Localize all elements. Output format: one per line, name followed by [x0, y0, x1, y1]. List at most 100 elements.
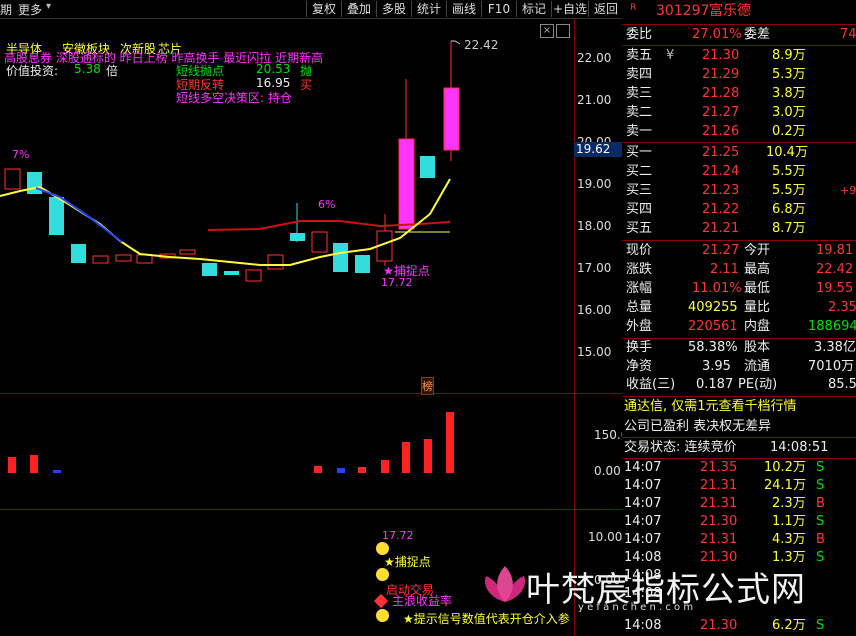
- stock-name: 富乐德: [709, 3, 751, 19]
- candle: [245, 269, 262, 282]
- more-menu[interactable]: 更多: [18, 1, 42, 18]
- ask-row[interactable]: 卖四 21.29 5.3万: [622, 66, 856, 84]
- multi-stock-button[interactable]: 多股: [376, 1, 411, 17]
- trend-blue-line: [35, 187, 123, 243]
- candle: [4, 168, 21, 190]
- period-label[interactable]: 期: [0, 1, 12, 18]
- price-tick: 18.00: [577, 219, 612, 233]
- add-favorite-button[interactable]: +自选: [551, 1, 588, 17]
- volume-bar: [8, 457, 16, 473]
- candle: [49, 197, 64, 235]
- candles: [4, 41, 460, 282]
- price-tick: 19.00: [577, 177, 612, 191]
- tick-row: 14:07 21.31 24.1万 S: [624, 478, 825, 493]
- stat-row: 涨跌 2.11 最高 22.42: [626, 262, 854, 277]
- site-watermark: 叶梵宸指标公式网 y e f a n c h e n . c o m: [480, 558, 856, 636]
- candle: [179, 249, 196, 255]
- f10-button[interactable]: F10: [481, 1, 516, 17]
- quote-panel: R 301297 富乐德 委比 27.01% 委差 74 卖五 ¥21.30 8.9…: [622, 0, 856, 636]
- bid-row[interactable]: 买一 21.25 10.4万: [622, 144, 856, 162]
- smile-face-icon: [376, 568, 389, 581]
- overlay-button[interactable]: 叠加: [341, 1, 376, 17]
- main-wave-label: 主浪收益率: [392, 594, 453, 608]
- bang-badge[interactable]: 榜: [421, 377, 434, 395]
- volume-bar: [337, 468, 345, 473]
- ask-row[interactable]: 卖三 21.28 3.8万: [622, 85, 856, 103]
- capture-price-label: 17.72: [381, 276, 413, 289]
- bid-row[interactable]: 买二 21.24 5.5万: [622, 163, 856, 181]
- volume-bars: [8, 412, 454, 473]
- stat-row: 总量 409255 量比 2.35: [626, 300, 856, 315]
- volume-bar: [358, 467, 366, 473]
- price-tick: 22.00: [577, 51, 612, 65]
- candle: [27, 172, 42, 194]
- candle: [333, 243, 348, 272]
- tick-row: 14:07 21.31 2.3万 B: [624, 496, 825, 511]
- candle: [115, 254, 132, 262]
- stock-code: 301297: [656, 3, 710, 19]
- fund-row: 换手 58.38% 股本 3.38亿: [626, 340, 856, 355]
- volume-bar: [424, 439, 432, 473]
- kline-svg: [0, 40, 461, 473]
- price-axis-line: [574, 19, 575, 636]
- volume-bar: [314, 466, 322, 473]
- lower-price-label: 17.72: [382, 529, 414, 542]
- tick-row: 14:07 21.31 4.3万 B: [624, 532, 825, 547]
- candle: [71, 244, 86, 263]
- candle: [290, 233, 305, 241]
- candle: [420, 156, 435, 178]
- back-button[interactable]: 返回: [588, 1, 623, 17]
- more-chevron-icon[interactable]: ▾: [46, 1, 51, 12]
- candle: [136, 254, 153, 264]
- ask-row[interactable]: 卖二 21.27 3.0万: [622, 104, 856, 122]
- price-tick: 15.00: [577, 345, 612, 359]
- price-tick: 21.00: [577, 93, 612, 107]
- lower-capture-label: ★捕捉点: [384, 555, 431, 569]
- chart-toolbar: 期 更多 ▾ 复权 叠加 多股 统计 画线 F10 标记 +自选 返回: [0, 0, 622, 19]
- lower-tick: 10.00: [588, 530, 623, 544]
- watermark-url: y e f a n c h e n . c o m: [578, 602, 694, 613]
- candle: [267, 254, 284, 270]
- stat-row: 外盘 220561 内盘 188694: [626, 319, 856, 334]
- candle: [311, 231, 328, 253]
- pct-label: 7%: [12, 148, 30, 161]
- price-tick: 17.00: [577, 261, 612, 275]
- candle: [443, 87, 460, 151]
- restore-rights-button[interactable]: 复权: [306, 1, 341, 17]
- draw-line-button[interactable]: 画线: [446, 1, 481, 17]
- volume-bar: [446, 412, 454, 473]
- bid-row[interactable]: 买四 21.22 6.8万: [622, 201, 856, 219]
- current-price-box: 19.62: [574, 142, 624, 157]
- stock-header: R 301297 富乐德: [622, 2, 856, 20]
- bid-row[interactable]: 买五 21.21 8.7万: [622, 220, 856, 238]
- high-price-label: 22.42: [464, 38, 499, 52]
- candle: [202, 263, 217, 276]
- r-badge-icon: R: [630, 3, 637, 13]
- tick-row: 14:07 21.35 10.2万 S: [624, 460, 825, 475]
- volume-bar: [402, 442, 410, 473]
- ask-row[interactable]: 卖一 21.26 0.2万: [622, 123, 856, 141]
- fund-row: 净资 3.95 流通 7010万: [626, 359, 855, 374]
- tick-row: 14:07 21.30 1.1万 S: [624, 514, 825, 529]
- candle: [355, 255, 370, 273]
- high-pointer: [451, 40, 461, 45]
- order-ratio-row: 委比 27.01% 委差 74: [626, 27, 856, 42]
- smile-face-icon: [376, 609, 389, 622]
- bid-row[interactable]: 买三 21.23 5.5万 +9: [622, 182, 856, 200]
- fund-row: 收益(三) 0.187 PE(动) 85.5: [626, 377, 856, 392]
- ad-banner[interactable]: 通达信, 仅需1元查看千档行情: [622, 398, 856, 416]
- candle: [398, 138, 415, 230]
- stat-row: 涨幅 11.01% 最低 19.55: [626, 281, 854, 296]
- company-info: 公司已盈利 表决权无差异: [624, 419, 772, 434]
- volume-bar: [30, 455, 38, 473]
- trade-status: 交易状态: 连续竞价 14:08:51: [624, 440, 829, 455]
- statistics-button[interactable]: 统计: [411, 1, 446, 17]
- stat-row: 现价 21.27 今开 19.81: [626, 243, 854, 258]
- candle: [224, 271, 239, 275]
- volume-bar: [381, 460, 389, 473]
- mark-button[interactable]: 标记: [516, 1, 551, 17]
- ask-row[interactable]: 卖五 ¥21.30 8.9万: [622, 47, 856, 65]
- volume-bar: [53, 470, 61, 473]
- pct-label: 6%: [318, 198, 336, 211]
- candle: [92, 255, 109, 264]
